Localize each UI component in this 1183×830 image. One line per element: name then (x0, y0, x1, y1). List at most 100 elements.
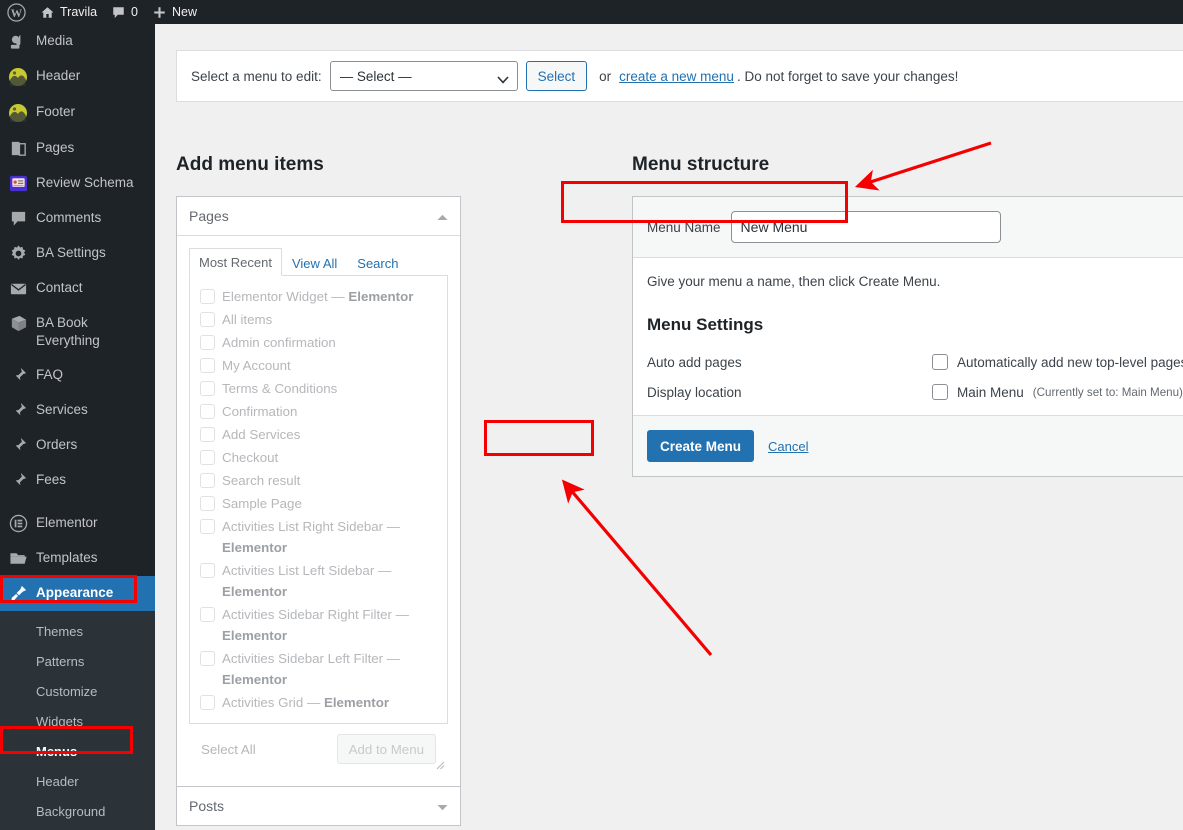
list-item[interactable]: All items (200, 308, 437, 331)
page-checkbox[interactable] (200, 450, 215, 465)
sidebar-item-elementor[interactable]: Elementor (0, 506, 155, 541)
page-checkbox[interactable] (200, 381, 215, 396)
sidebar-item-ba-book-everything[interactable]: BA Book Everything (0, 306, 155, 358)
select-all-link[interactable]: Select All (201, 742, 256, 757)
cancel-link[interactable]: Cancel (768, 439, 808, 454)
list-item[interactable]: Sample Page (200, 492, 437, 515)
add-menu-items-column: Add menu items Pages Most Recent View Al… (176, 154, 461, 826)
sidebar-item-review-schema[interactable]: Review Schema (0, 166, 155, 201)
sidebar-item-header[interactable]: Header (0, 59, 155, 95)
create-menu-button[interactable]: Create Menu (647, 430, 754, 462)
comments-bubble-menu[interactable]: 0 (104, 0, 145, 24)
sidebar-subitem-themes[interactable]: Themes (0, 617, 155, 647)
sidebar-item-label: Elementor (36, 514, 106, 532)
list-item-label: Activities List Right Sidebar — (222, 519, 400, 534)
page-checkbox[interactable] (200, 695, 215, 710)
list-item[interactable]: Activities Sidebar Left Filter — Element… (200, 647, 437, 691)
pages-accordion-header[interactable]: Pages (177, 197, 460, 236)
sidebar-subitem-header[interactable]: Header (0, 767, 155, 797)
sidebar-item-footer[interactable]: Footer (0, 95, 155, 131)
sidebar-subitem-patterns[interactable]: Patterns (0, 647, 155, 677)
sidebar-subitem-background[interactable]: Background (0, 797, 155, 827)
list-item[interactable]: Search result (200, 469, 437, 492)
submenu-label: Menus (36, 744, 77, 759)
site-name-menu[interactable]: Travila (33, 0, 104, 24)
setting-control[interactable]: Automatically add new top-level pages to… (932, 354, 1183, 370)
list-item[interactable]: Confirmation (200, 400, 437, 423)
content-area: Select a menu to edit: — Select — Select… (155, 24, 1183, 830)
list-item-label: Activities List Left Sidebar — (222, 563, 391, 578)
menu-structure-footer: Create Menu Cancel (633, 415, 1183, 476)
sidebar-subitem-customize[interactable]: Customize (0, 677, 155, 707)
list-item[interactable]: Admin confirmation (200, 331, 437, 354)
page-checkbox[interactable] (200, 404, 215, 419)
list-item[interactable]: Terms & Conditions (200, 377, 437, 400)
page-checkbox[interactable] (200, 563, 215, 578)
pages-tabs: Most Recent View All Search (189, 248, 448, 276)
list-item[interactable]: Activities Sidebar Right Filter — Elemen… (200, 603, 437, 647)
select-menu-panel: Select a menu to edit: — Select — Select… (176, 50, 1183, 102)
list-item-suffix: Elementor (222, 628, 287, 643)
menu-name-input[interactable] (731, 211, 1001, 243)
page-checkbox[interactable] (200, 519, 215, 534)
sidebar-item-fees[interactable]: Fees (0, 463, 155, 498)
sidebar-item-comments[interactable]: Comments (0, 201, 155, 236)
select-menu-label: Select a menu to edit: (191, 69, 322, 84)
auto-add-pages-checkbox[interactable] (932, 354, 948, 370)
list-item[interactable]: Checkout (200, 446, 437, 469)
sidebar-item-pages[interactable]: Pages (0, 131, 155, 166)
list-item[interactable]: Activities Grid — Elementor (200, 691, 437, 714)
tab-most-recent[interactable]: Most Recent (189, 248, 282, 276)
page-checkbox[interactable] (200, 651, 215, 666)
sidebar-item-label: Fees (36, 471, 74, 489)
pages-checkbox-list[interactable]: Elementor Widget — Elementor All items A… (189, 276, 448, 724)
chevron-up-icon[interactable] (437, 208, 448, 224)
tab-label: Search (357, 256, 398, 271)
new-content-menu[interactable]: New (145, 0, 204, 24)
page-checkbox[interactable] (200, 427, 215, 442)
list-item[interactable]: Add Services (200, 423, 437, 446)
sidebar-item-templates[interactable]: Templates (0, 541, 155, 576)
page-checkbox[interactable] (200, 289, 215, 304)
page-checkbox[interactable] (200, 496, 215, 511)
tab-search[interactable]: Search (347, 249, 408, 276)
page-checkbox[interactable] (200, 335, 215, 350)
page-checkbox[interactable] (200, 358, 215, 373)
add-to-menu-button[interactable]: Add to Menu (337, 734, 436, 764)
menu-select[interactable]: — Select — (330, 61, 518, 91)
sidebar-item-orders[interactable]: Orders (0, 428, 155, 463)
sidebar-item-services[interactable]: Services (0, 393, 155, 428)
sidebar-item-appearance[interactable]: Appearance (0, 576, 155, 611)
list-item-label: Admin confirmation (222, 332, 336, 353)
posts-accordion-header[interactable]: Posts (177, 787, 460, 825)
create-new-menu-link[interactable]: create a new menu (619, 69, 734, 84)
list-item[interactable]: Elementor Widget — Elementor (200, 285, 437, 308)
book-icon (0, 314, 36, 333)
list-item[interactable]: My Account (200, 354, 437, 377)
list-item-suffix: Elementor (222, 672, 287, 687)
sidebar-item-media[interactable]: Media (0, 24, 155, 59)
setting-control[interactable]: Main Menu (Currently set to: Main Menu) (932, 384, 1183, 400)
resize-handle-icon[interactable] (433, 758, 445, 770)
sidebar-item-ba-settings[interactable]: BA Settings (0, 236, 155, 271)
page-checkbox[interactable] (200, 607, 215, 622)
setting-display-location: Display location Main Menu (Currently se… (647, 379, 1183, 409)
tab-view-all[interactable]: View All (282, 249, 347, 276)
page-checkbox[interactable] (200, 312, 215, 327)
footer-brand-icon (0, 103, 36, 123)
sidebar-item-contact[interactable]: Contact (0, 271, 155, 306)
submenu-label: Patterns (36, 654, 84, 669)
sidebar-item-faq[interactable]: FAQ (0, 358, 155, 393)
chevron-down-icon[interactable] (437, 798, 448, 814)
page-checkbox[interactable] (200, 473, 215, 488)
wordpress-logo-icon[interactable]: W (0, 0, 33, 24)
sidebar-subitem-widgets[interactable]: Widgets (0, 707, 155, 737)
list-item-label: Activities Grid — (222, 695, 324, 710)
menu-structure-panel: Menu Name Give your menu a name, then cl… (632, 196, 1183, 477)
menu-name-label: Menu Name (647, 220, 721, 235)
select-button[interactable]: Select (526, 61, 588, 91)
list-item[interactable]: Activities List Left Sidebar — Elementor (200, 559, 437, 603)
list-item[interactable]: Activities List Right Sidebar — Elemento… (200, 515, 437, 559)
display-location-checkbox[interactable] (932, 384, 948, 400)
sidebar-subitem-menus[interactable]: Menus (0, 737, 155, 767)
